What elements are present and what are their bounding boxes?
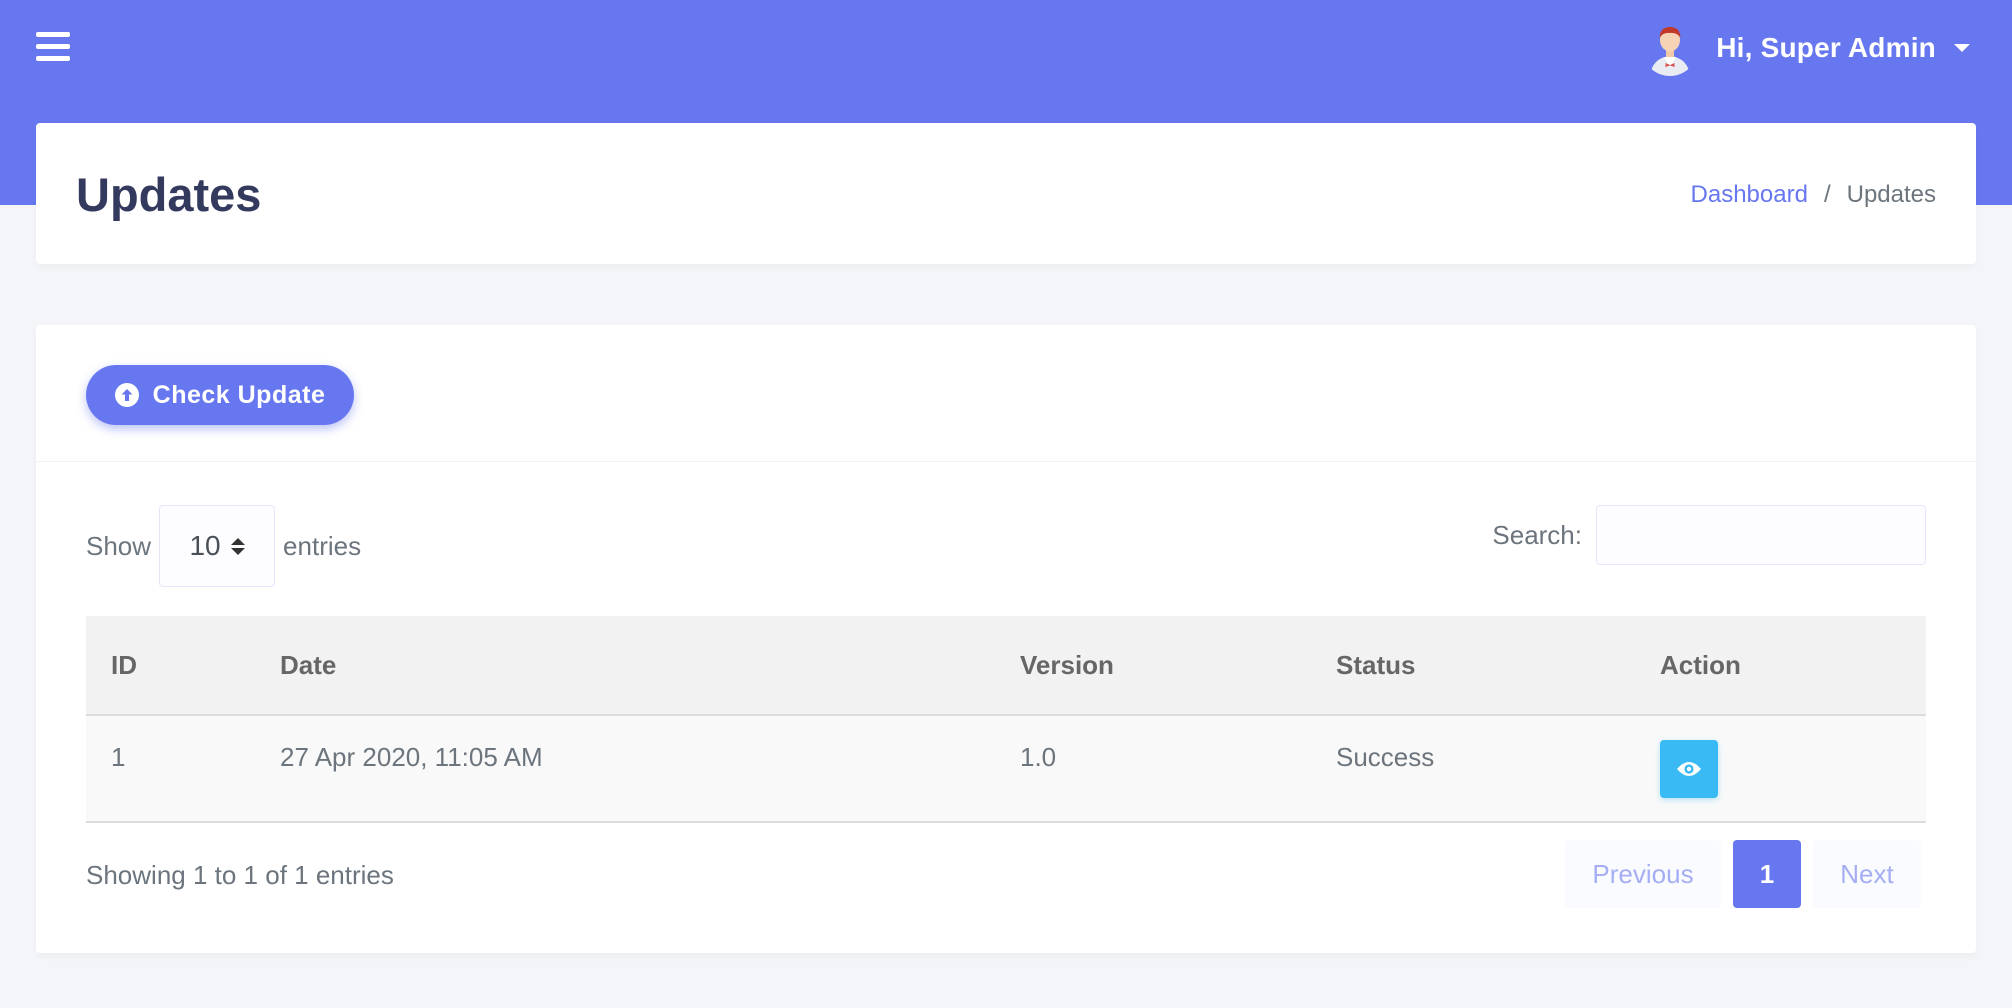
breadcrumb-dashboard-link[interactable]: Dashboard bbox=[1691, 181, 1808, 209]
table-row: 1 27 Apr 2020, 11:05 AM 1.0 Success bbox=[86, 715, 1926, 823]
section-header: Updates Dashboard / Updates bbox=[36, 123, 1976, 264]
pagination-next[interactable]: Next bbox=[1813, 840, 1921, 908]
breadcrumb: Dashboard / Updates bbox=[1691, 181, 1936, 209]
cell-date: 27 Apr 2020, 11:05 AM bbox=[255, 715, 995, 823]
navbar: Hi, Super Admin bbox=[0, 0, 2012, 92]
arrow-up-circle-icon bbox=[114, 383, 139, 407]
entries-select[interactable]: 10 bbox=[159, 505, 276, 587]
cell-version: 1.0 bbox=[995, 715, 1311, 823]
breadcrumb-separator: / bbox=[1823, 181, 1831, 208]
updates-card: Check Update Show 10 entries Search: ID … bbox=[36, 325, 1976, 953]
caret-down-icon bbox=[1954, 44, 1970, 52]
search-input[interactable] bbox=[1596, 505, 1926, 565]
user-greeting: Hi, Super Admin bbox=[1716, 32, 1936, 63]
view-button[interactable] bbox=[1660, 740, 1718, 798]
eye-icon bbox=[1676, 760, 1702, 778]
column-header-id[interactable]: ID bbox=[86, 616, 255, 716]
user-dropdown[interactable]: Hi, Super Admin bbox=[1642, 20, 1970, 76]
column-header-status[interactable]: Status bbox=[1311, 616, 1635, 716]
select-arrows-icon bbox=[230, 537, 245, 555]
breadcrumb-current: Updates bbox=[1846, 181, 1936, 208]
page-title: Updates bbox=[76, 168, 262, 221]
check-update-label: Check Update bbox=[152, 380, 326, 409]
table-header-row: ID Date Version Status Action bbox=[86, 616, 1926, 716]
cell-status: Success bbox=[1311, 715, 1635, 823]
column-header-version[interactable]: Version bbox=[995, 616, 1311, 716]
length-prefix: Show bbox=[86, 530, 152, 561]
search-control: Search: bbox=[1492, 505, 1926, 565]
card-header: Check Update bbox=[36, 325, 1976, 462]
pagination-previous[interactable]: Previous bbox=[1565, 840, 1721, 908]
updates-table: ID Date Version Status Action 1 27 Apr 2… bbox=[86, 616, 1926, 823]
length-suffix: entries bbox=[283, 530, 362, 561]
entries-length-control: Show 10 entries bbox=[86, 505, 361, 587]
search-label: Search: bbox=[1492, 519, 1582, 550]
hamburger-icon[interactable] bbox=[36, 32, 72, 62]
cell-id: 1 bbox=[86, 715, 255, 823]
pagination-page-1[interactable]: 1 bbox=[1733, 840, 1801, 908]
table-info: Showing 1 to 1 of 1 entries bbox=[86, 860, 394, 890]
column-header-date[interactable]: Date bbox=[255, 616, 995, 716]
pagination: Previous 1 Next bbox=[1565, 840, 1921, 908]
column-header-action: Action bbox=[1635, 616, 1926, 716]
entries-select-value: 10 bbox=[189, 530, 221, 561]
check-update-button[interactable]: Check Update bbox=[86, 365, 354, 425]
cell-action bbox=[1635, 715, 1926, 823]
avatar-icon bbox=[1642, 20, 1699, 76]
